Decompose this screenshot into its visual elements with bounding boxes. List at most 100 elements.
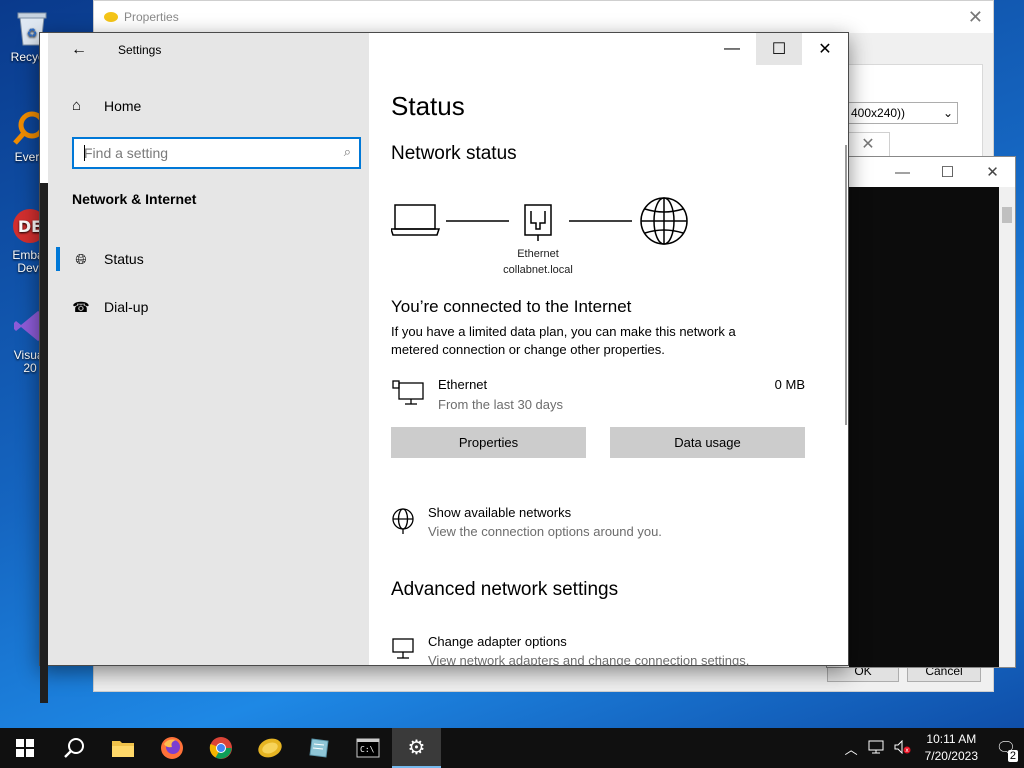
ethernet-usage-value: 0 MB (774, 377, 805, 392)
firefox-button[interactable] (147, 728, 196, 768)
minimize-icon[interactable]: — (880, 164, 925, 181)
globe-network-icon (391, 507, 417, 541)
globe-icon: 🌐︎ (75, 250, 87, 267)
content-scrollbar[interactable] (845, 145, 847, 425)
taskbar: C:\ ⚙ ︿ x 10:11 AM 7/20/2023 🗨︎ 2 (0, 728, 1024, 768)
internet-globe-icon (640, 197, 688, 245)
dialup-icon: ☎︎ (72, 298, 90, 315)
sidebar-item-status[interactable]: 🌐︎ Status (56, 239, 369, 279)
console-titlebar[interactable]: — ☐ ✕ (827, 157, 1015, 187)
properties-title: Properties (124, 10, 179, 24)
connected-description: If you have a limited data plan, you can… (391, 324, 736, 357)
chevron-down-icon: ⌄ (942, 106, 953, 120)
window-edge (40, 183, 48, 703)
home-icon: ⌂ (72, 97, 82, 114)
notepad-app-button[interactable] (294, 728, 343, 768)
sidebar-item-dialup[interactable]: ☎︎ Dial-up (56, 287, 369, 327)
terminal-button[interactable]: C:\ (343, 728, 392, 768)
start-icon (15, 739, 34, 757)
ethernet-period: From the last 30 days (438, 397, 563, 412)
network-tray-icon[interactable] (868, 740, 884, 757)
volume-muted-icon[interactable]: x (894, 739, 912, 757)
close-icon[interactable]: ✕ (970, 163, 1015, 181)
coin-app-button[interactable] (245, 728, 294, 768)
settings-content: — ☐ ✕ Status Network status Ethernet col… (369, 33, 848, 666)
properties-remove-button[interactable]: ✕ (846, 132, 890, 158)
ethernet-port-icon (524, 204, 552, 241)
maximize-icon[interactable]: ☐ (925, 163, 970, 181)
advanced-settings-heading: Advanced network settings (391, 579, 619, 600)
sidebar-item-label: Status (104, 251, 144, 267)
connected-heading: You’re connected to the Internet (391, 297, 632, 316)
chevron-up-icon[interactable]: ︿ (845, 739, 858, 758)
notepad-app-icon (308, 738, 329, 758)
adapter-options-subtitle: View network adapters and change connect… (428, 653, 750, 666)
network-status-heading: Network status (391, 143, 517, 164)
file-explorer-button[interactable] (98, 728, 147, 768)
maximize-icon: ☐ (771, 41, 787, 58)
clock-time: 10:11 AM (926, 732, 977, 746)
ethernet-usage-row: Ethernet From the last 30 days 0 MB (391, 377, 805, 417)
scroll-thumb[interactable] (1002, 207, 1012, 223)
text-caret (84, 145, 85, 161)
app-title: Settings (118, 43, 162, 57)
nav-home-label: Home (104, 97, 142, 114)
back-arrow-icon[interactable]: ← (71, 41, 87, 59)
search-input[interactable] (74, 139, 314, 167)
adapter-label: Ethernet (517, 248, 559, 260)
show-networks-subtitle: View the connection options around you. (428, 524, 662, 539)
notification-center-button[interactable]: 🗨︎ 2 (988, 738, 1024, 762)
resolution-select-value: 400x240)) (851, 106, 906, 120)
notification-count: 2 (1007, 750, 1018, 762)
close-button[interactable]: ✕ (802, 33, 848, 65)
taskbar-search-button[interactable] (49, 728, 98, 768)
chrome-button[interactable] (196, 728, 245, 768)
resolution-select[interactable]: 400x240)) ⌄ (846, 102, 958, 124)
svg-text:x: x (905, 747, 909, 754)
search-icon[interactable]: ⌕ (344, 144, 351, 160)
clock-date: 7/20/2023 (924, 749, 978, 763)
firefox-icon (160, 737, 183, 759)
ethernet-name: Ethernet (438, 377, 488, 392)
maximize-button[interactable]: ☐ (756, 33, 802, 65)
adapter-monitor-icon (391, 636, 417, 668)
nav-home[interactable]: ⌂ Home (72, 97, 141, 114)
file-explorer-icon (111, 741, 134, 757)
properties-app-icon (104, 12, 118, 22)
properties-close-icon[interactable]: ✕ (968, 7, 983, 28)
settings-gear-icon: ⚙ (407, 736, 426, 759)
console-window: — ☐ ✕ (826, 156, 1016, 668)
search-icon (63, 738, 84, 758)
sidebar-item-label: Dial-up (104, 299, 149, 315)
svg-text:C:\: C:\ (360, 745, 375, 754)
settings-window: ← Settings ⌂ Home ⌕ Network & Internet 🌐… (39, 32, 849, 703)
minimize-button[interactable]: — (709, 33, 755, 65)
chrome-icon (209, 737, 232, 759)
clock[interactable]: 10:11 AM 7/20/2023 (925, 731, 978, 765)
settings-sidebar: ← Settings ⌂ Home ⌕ Network & Internet 🌐… (48, 33, 369, 665)
laptop-icon (391, 204, 441, 236)
page-title: Status (391, 91, 465, 121)
search-setting-box[interactable]: ⌕ (72, 137, 361, 169)
console-output[interactable] (849, 187, 1001, 667)
network-diagram: Ethernet collabnet.local (391, 197, 691, 287)
properties-titlebar[interactable]: Properties (94, 1, 993, 33)
system-tray: ︿ x 10:11 AM 7/20/2023 🗨︎ 2 (840, 728, 1024, 768)
data-usage-button[interactable]: Data usage (610, 427, 805, 458)
console-scrollbar[interactable] (999, 187, 1015, 667)
coin-app-icon (257, 738, 282, 758)
section-heading: Network & Internet (72, 191, 197, 207)
minimize-icon: — (724, 40, 740, 57)
svg-text:♻: ♻ (27, 26, 38, 40)
settings-taskbar-button[interactable]: ⚙ (392, 728, 441, 768)
properties-button[interactable]: Properties (391, 427, 586, 458)
adapter-options-link[interactable]: Change adapter options View network adap… (391, 634, 811, 674)
show-networks-link[interactable]: Show available networks View the connect… (391, 505, 811, 545)
ethernet-computer-icon (391, 379, 425, 411)
domain-label: collabnet.local (503, 264, 573, 276)
adapter-options-title: Change adapter options (428, 634, 567, 649)
close-icon: ✕ (818, 41, 832, 58)
show-networks-title: Show available networks (428, 505, 572, 520)
terminal-icon: C:\ (356, 738, 379, 758)
start-button[interactable] (0, 728, 49, 768)
